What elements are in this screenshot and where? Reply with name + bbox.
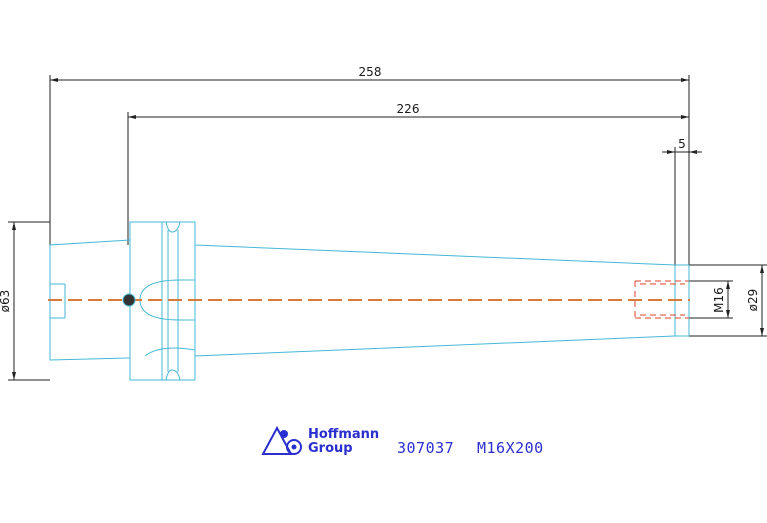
brand-name-line2: Group (308, 441, 353, 456)
overall-length-label: 258 (359, 65, 382, 79)
part-designation: M16X200 (477, 439, 544, 457)
tip-length-label: 5 (678, 137, 686, 151)
hoffmann-logo-icon (261, 425, 302, 455)
gauge-length-label: 226 (397, 102, 420, 116)
dimension-lines (8, 75, 767, 381)
tip-diameter-label: ø29 (746, 289, 760, 312)
reference-point-marker (122, 293, 136, 307)
technical-drawing: 258 226 5 ø63 M16 ø29 Hoffmann Group 307… (0, 65, 767, 457)
part-number: 307037 (397, 439, 454, 457)
thread-size-label: M16 (712, 287, 726, 313)
dimension-arrowheads (12, 78, 764, 380)
flange-diameter-label: ø63 (0, 290, 12, 313)
brand-name-line1: Hoffmann (308, 427, 379, 442)
